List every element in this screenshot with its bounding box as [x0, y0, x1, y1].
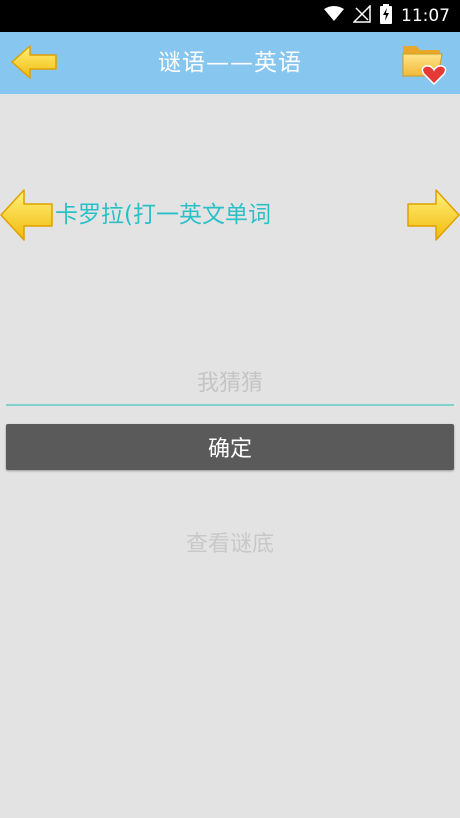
status-icons: 11:07	[324, 0, 450, 32]
arrow-left-icon	[0, 189, 54, 247]
confirm-button[interactable]: 确定	[6, 424, 454, 470]
answer-input[interactable]	[6, 362, 454, 406]
reveal-answer-link[interactable]: 查看谜底	[0, 528, 460, 562]
signal-icon	[352, 4, 371, 27]
riddle-row: 卡罗拉(打一英文单词	[0, 185, 460, 245]
arrow-left-icon	[10, 45, 60, 84]
arrow-right-icon	[406, 189, 460, 247]
riddle-question: 卡罗拉(打一英文单词	[55, 202, 271, 228]
wifi-icon	[324, 6, 344, 26]
favorites-button[interactable]	[400, 40, 450, 86]
next-riddle-button[interactable]	[406, 187, 460, 243]
page-title: 谜语——英语	[158, 50, 302, 76]
battery-charging-icon	[380, 4, 392, 28]
status-bar: 11:07	[0, 0, 460, 32]
previous-riddle-button[interactable]	[0, 187, 54, 243]
status-time: 11:07	[401, 6, 450, 26]
folder-heart-icon	[400, 46, 450, 90]
app-header: 谜语——英语	[0, 32, 460, 94]
back-button[interactable]	[10, 44, 60, 80]
